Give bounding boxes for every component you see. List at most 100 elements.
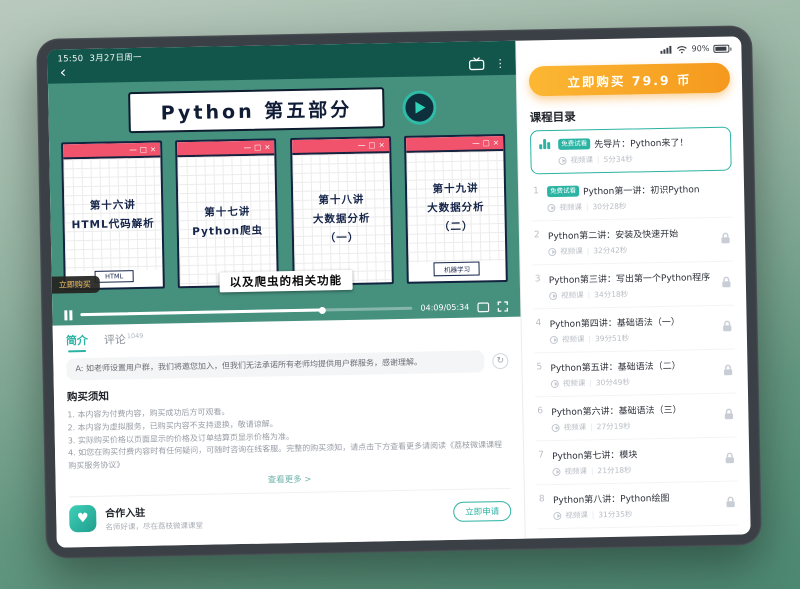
lesson-type: 视频课 — [563, 377, 586, 388]
tv-cast-icon[interactable] — [469, 57, 485, 70]
play-circle-icon — [548, 247, 556, 255]
video-time: 04:09/05:34 — [420, 303, 469, 313]
lesson-row[interactable]: 6 Python第六讲：基础语法（三） 视频课 | 27分19秒 — [535, 394, 737, 442]
tab-comments[interactable]: 评论1049 — [104, 331, 144, 348]
partner-section: ♥ 合作入驻 名师好课，尽在荔枝微课课堂 立即申请 — [69, 488, 512, 533]
play-circle-icon — [551, 379, 559, 387]
battery-icon — [713, 44, 729, 52]
status-date: 3月27日周一 — [89, 53, 142, 64]
lesson-type: 视频课 — [570, 154, 593, 165]
lesson-card-tag: HTML — [95, 270, 133, 283]
catalog-title: 课程目录 — [530, 106, 731, 126]
lesson-duration: 39分51秒 — [595, 333, 629, 345]
lock-icon — [725, 496, 736, 509]
lesson-number: 7 — [538, 449, 552, 460]
video-progress-bar[interactable] — [80, 307, 413, 316]
lesson-number: 8 — [539, 493, 553, 504]
lesson-row[interactable]: 8 Python第八讲：Python绘图 视频课 | 31分35秒 — [537, 482, 739, 530]
video-player[interactable]: 15:50 3月27日周一 ‹ ⋮ — [47, 41, 520, 326]
tab-intro[interactable]: 简介 — [66, 332, 88, 352]
video-subtitle: 以及爬虫的相关功能 — [219, 270, 352, 293]
lesson-number: 5 — [536, 361, 550, 372]
lesson-row[interactable]: 3 Python第三讲：写出第一个Python程序 视频课 | 34分18秒 — [533, 262, 735, 310]
lesson-type: 视频课 — [564, 465, 587, 476]
lesson-row[interactable]: 2 Python第二讲：安装及快速开始 视频课 | 32分42秒 — [532, 218, 734, 266]
lock-icon — [721, 276, 732, 289]
back-button[interactable]: ‹ — [58, 66, 69, 78]
lesson-duration: 5分34秒 — [603, 153, 633, 165]
heart-hands-icon: ♥ — [69, 505, 97, 533]
lesson-card-text: 第十七讲 Python爬虫 — [178, 155, 277, 286]
play-circle-icon — [550, 335, 558, 343]
lesson-row[interactable]: 1 免费试看 Python第一讲：初识Python 视频课 | 30分28秒 — [531, 174, 733, 222]
lesson-duration: 34分18秒 — [594, 289, 628, 301]
close-icon: × — [150, 145, 156, 153]
lesson-type: 视频课 — [560, 245, 583, 256]
lesson-number: 2 — [534, 229, 548, 240]
play-circle-icon — [558, 156, 566, 164]
battery-percent: 90% — [692, 44, 710, 53]
lesson-type: 视频课 — [562, 333, 585, 344]
maximize-icon: □ — [254, 143, 261, 151]
partner-subtitle: 名师好课，尽在荔枝微课课堂 — [105, 520, 203, 533]
lesson-duration: 30分49秒 — [596, 377, 630, 389]
lesson-type: 视频课 — [561, 289, 584, 300]
buy-now-chip[interactable]: 立即购买 — [52, 276, 100, 294]
more-options-icon[interactable]: ⋮ — [495, 57, 506, 70]
video-title-card: Python 第五部分 — [128, 87, 384, 133]
lock-icon — [722, 320, 733, 333]
free-trial-badge: 免费试看 — [547, 186, 579, 197]
lesson-row[interactable]: 7 Python第七讲：模块 视频课 | 21分18秒 — [536, 438, 738, 486]
pause-button[interactable] — [64, 310, 72, 320]
qa-notice-text: A: 如老师设置用户群，我们将邀您加入，但我们无法承诺所有老师均提供用户群服务，… — [66, 350, 484, 380]
lesson-card: — □ × 第十七讲 Python爬虫 — [175, 138, 279, 288]
lesson-number: 6 — [537, 405, 551, 416]
lock-icon — [722, 364, 733, 377]
lesson-title: Python第一讲：初识Python — [583, 182, 700, 197]
lesson-number: 4 — [536, 317, 550, 328]
play-button[interactable] — [402, 90, 437, 125]
purchase-notice-title: 购买须知 — [67, 381, 509, 404]
progress-knob[interactable] — [319, 306, 326, 313]
lesson-card-text: 第十六讲 HTML代码解析 — [63, 158, 162, 272]
comments-count: 1049 — [127, 332, 144, 340]
play-circle-icon — [549, 291, 557, 299]
now-playing-icon — [539, 139, 553, 149]
minimize-icon: — — [244, 144, 252, 152]
player-controls: 04:09/05:34 — [52, 301, 520, 321]
buy-course-button[interactable]: 立即购买 79.9 币 — [529, 63, 731, 97]
cast-icon[interactable] — [477, 302, 489, 312]
app-screen: 15:50 3月27日周一 ‹ ⋮ — [47, 36, 750, 547]
apply-button[interactable]: 立即申请 — [453, 501, 511, 522]
play-circle-icon — [553, 511, 561, 519]
lesson-title: Python第八讲：Python绘图 — [553, 491, 670, 506]
lesson-duration: 30分28秒 — [592, 201, 626, 213]
lesson-card-tag: 机器学习 — [434, 261, 480, 276]
lesson-number: 3 — [535, 273, 549, 284]
lesson-title: Python第二讲：安装及快速开始 — [548, 227, 678, 242]
lesson-duration: 21分18秒 — [597, 465, 631, 477]
refresh-icon[interactable]: ↻ — [492, 353, 508, 369]
lock-icon — [724, 452, 735, 465]
lesson-row-active[interactable]: 免费试看 先导片：Python来了！ 视频课 | 5分34秒 — [530, 127, 732, 175]
lesson-card-text: 第十九讲 大数据分析 （二） — [406, 151, 505, 263]
lesson-number: 1 — [533, 185, 547, 196]
minimize-icon: — — [472, 139, 480, 147]
video-title-row: Python 第五部分 — [48, 75, 517, 141]
lesson-title: Python第四讲：基础语法（一） — [550, 315, 680, 330]
lock-icon — [723, 408, 734, 421]
lesson-title: Python第六讲：基础语法（三） — [551, 403, 681, 418]
status-icons: 90% — [528, 41, 729, 60]
course-catalog-sidebar: 90% 立即购买 79.9 币 课程目录 免费试看 先导片：Python来了！ — [515, 36, 751, 538]
lesson-title: 先导片：Python来了！ — [594, 135, 688, 150]
lesson-row[interactable]: 5 Python第五讲：基础语法（二） 视频课 | 30分49秒 — [534, 350, 736, 398]
fullscreen-icon[interactable] — [497, 301, 508, 312]
lesson-row[interactable]: 4 Python第四讲：基础语法（一） 视频课 | 39分51秒 — [533, 306, 735, 354]
close-icon: × — [378, 141, 384, 149]
desktop-background: 15:50 3月27日周一 ‹ ⋮ — [0, 0, 800, 589]
minimize-icon: — — [358, 141, 366, 149]
course-info-panel: 简介 评论1049 A: 如老师设置用户群，我们将邀您加入，但我们无法承诺所有老… — [53, 317, 525, 548]
left-panel: 15:50 3月27日周一 ‹ ⋮ — [47, 41, 524, 548]
maximize-icon: □ — [140, 146, 147, 154]
lesson-duration: 31分35秒 — [598, 509, 632, 521]
